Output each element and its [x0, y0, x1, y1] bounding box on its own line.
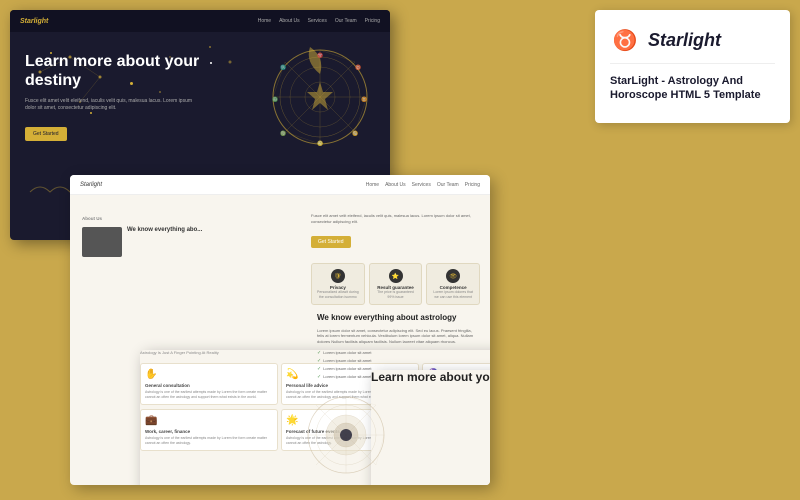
- dark-hero-heading: Learn more about your destiny: [25, 52, 204, 90]
- feature-guarantee-icon: ⭐: [389, 269, 403, 283]
- zodiac-chart-light: [306, 395, 386, 480]
- know-check-1: ✓ Lorem ipsum dolor sit amet: [317, 350, 474, 356]
- main-background: Starlight Home About Us Services Our Tea…: [0, 0, 800, 500]
- dark-nav-logo: Starlight: [20, 18, 48, 25]
- card-consultation: ✋ General consultation Astrology is one …: [140, 363, 278, 405]
- info-logo-row: ♉ Starlight: [610, 25, 775, 64]
- check-label-1: Lorem ipsum dolor sit amet: [323, 350, 371, 355]
- feature-privacy-icon: 🛡: [331, 269, 345, 283]
- check-label-4: Lorem ipsum dolor sit amet: [323, 374, 371, 379]
- info-panel: ♉ Starlight StarLight - Astrology And Ho…: [595, 10, 790, 123]
- light-right-col: Learn more about your destiny Fusce elit…: [301, 195, 490, 485]
- check-mark-3: ✓: [317, 366, 321, 372]
- light-nav-links: Home About Us Services Our Team Pricing: [366, 182, 480, 188]
- info-logo-text: Starlight: [648, 30, 721, 51]
- taurus-icon: ♉: [610, 25, 640, 55]
- know-check-2: ✓ Lorem ipsum dolor sit amet: [317, 358, 474, 364]
- light-nav-team[interactable]: Our Team: [437, 182, 459, 188]
- know-title: We know everything about astrology: [317, 313, 474, 323]
- card-icon-1: ✋: [145, 369, 273, 380]
- right-hero-sub: Fusce elit amet velit eleifend, iaculis …: [311, 213, 480, 224]
- check-label-2: Lorem ipsum dolor sit amet: [323, 358, 371, 363]
- svg-text:♉: ♉: [355, 64, 361, 71]
- dark-nav: Starlight Home About Us Services Our Tea…: [10, 10, 390, 32]
- svg-text:♎: ♎: [272, 96, 278, 103]
- svg-text:♍: ♍: [280, 130, 286, 137]
- dark-hero-sub: Fusce elit amet velit eleifend, iaculis …: [25, 98, 204, 112]
- feature-guarantee-text: The price is guaranteed 99% issue: [374, 290, 418, 299]
- dark-hero-button[interactable]: Get Started: [25, 127, 67, 141]
- dark-hero-text: Learn more about your destiny Fusce elit…: [10, 32, 219, 240]
- dark-nav-about[interactable]: About Us: [279, 18, 300, 24]
- dark-nav-services[interactable]: Services: [308, 18, 327, 24]
- card-text-1: Astrology is one of the earliest attempt…: [145, 390, 273, 399]
- svg-text:♏: ♏: [280, 64, 286, 71]
- check-mark-4: ✓: [317, 374, 321, 380]
- light-nav-home[interactable]: Home: [366, 182, 379, 188]
- card-text-4: Astrology is one of the earliest attempt…: [145, 436, 273, 445]
- right-hero: Learn more about your destiny Fusce elit…: [311, 205, 480, 253]
- feature-privacy-text: Personalized allowit during the consulta…: [316, 290, 360, 299]
- svg-text:♋: ♋: [352, 130, 358, 137]
- dark-nav-team[interactable]: Our Team: [335, 18, 357, 24]
- dark-nav-links: Home About Us Services Our Team Pricing: [258, 18, 380, 24]
- card-title-4: Work, career, finance: [145, 429, 273, 434]
- feature-competence-icon: 👁: [446, 269, 460, 283]
- dark-nav-pricing[interactable]: Pricing: [365, 18, 380, 24]
- check-mark-1: ✓: [317, 350, 321, 356]
- info-title: StarLight - Astrology And Horoscope HTML…: [610, 74, 775, 103]
- light-nav-services[interactable]: Services: [412, 182, 431, 188]
- features-row: 🛡 Privacy Personalized allowit during th…: [311, 263, 480, 305]
- light-nav-pricing[interactable]: Pricing: [465, 182, 480, 188]
- feature-privacy: 🛡 Privacy Personalized allowit during th…: [311, 263, 365, 305]
- zodiac-wheel: ♈ ♉ ♊ ♋ ♌ ♍ ♎ ♏: [270, 47, 370, 147]
- right-hero-heading: Learn more about your destiny: [371, 370, 490, 485]
- know-text: Lorem ipsum dolor sit amet, consectetur …: [317, 328, 474, 345]
- feature-competence: 👁 Competence Lorem ipsum dolores that we…: [426, 263, 480, 305]
- check-label-3: Lorem ipsum dolor sit amet: [323, 366, 371, 371]
- svg-text:♊: ♊: [361, 96, 367, 103]
- card-work: 💼 Work, career, finance Astrology is one…: [140, 409, 278, 451]
- dark-nav-home[interactable]: Home: [258, 18, 271, 24]
- feature-competence-text: Lorem ipsum dolores that we can use this…: [431, 290, 475, 299]
- svg-text:♌: ♌: [317, 140, 323, 147]
- check-mark-2: ✓: [317, 358, 321, 364]
- light-nav-about[interactable]: About Us: [385, 182, 406, 188]
- card-title-1: General consultation: [145, 383, 273, 388]
- right-hero-button[interactable]: Get Started: [311, 236, 351, 248]
- card-icon-4: 💼: [145, 415, 273, 426]
- svg-text:♈: ♈: [317, 52, 323, 59]
- feature-guarantee: ⭐ Result guarantee The price is guarante…: [369, 263, 423, 305]
